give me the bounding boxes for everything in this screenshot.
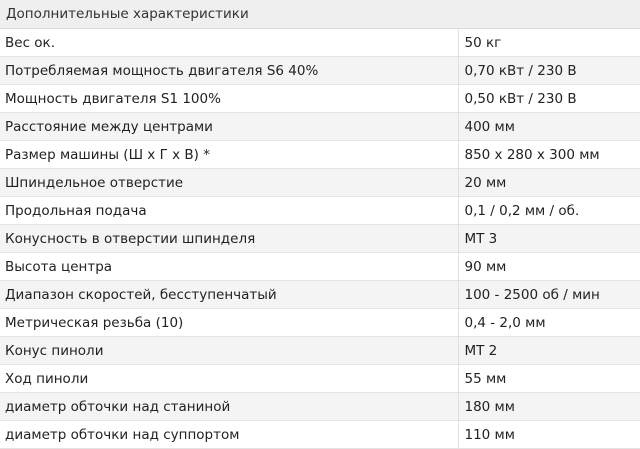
spec-value: 850 x 280 x 300 мм [457,140,640,169]
spec-value: 100 - 2500 об / мин [457,280,640,309]
spec-value: 0,50 кВт / 230 В [457,84,640,113]
spec-value: 20 мм [457,168,640,197]
spec-label: диаметр обточки над станиной [0,392,458,421]
spec-value: MT 2 [457,336,640,365]
section-title: Дополнительные характеристики [0,0,640,29]
spec-value: 0,1 / 0,2 мм / об. [457,196,640,225]
table-header-row: Дополнительные характеристики [0,0,640,29]
spec-value: 110 мм [457,420,640,449]
table-row: Мощность двигателя S1 100% 0,50 кВт / 23… [0,84,640,113]
spec-label: Размер машины (Ш x Г x В) * [0,140,458,169]
spec-label: Конус пиноли [0,336,458,365]
table-row: диаметр обточки над суппортом 110 мм [0,420,640,449]
spec-label: Мощность двигателя S1 100% [0,84,458,113]
spec-label: Конусность в отверстии шпинделя [0,224,458,253]
spec-label: Ход пиноли [0,364,458,393]
spec-label: диаметр обточки над суппортом [0,420,458,449]
spec-label: Потребляемая мощность двигателя S6 40% [0,56,458,85]
table-row: Конусность в отверстии шпинделя MT 3 [0,224,640,253]
spec-value: 180 мм [457,392,640,421]
spec-label: Шпиндельное отверстие [0,168,458,197]
table-row: Конус пиноли MT 2 [0,336,640,365]
table-row: Продольная подача 0,1 / 0,2 мм / об. [0,196,640,225]
spec-label: Диапазон скоростей, бесступенчатый [0,280,458,309]
table-row: Потребляемая мощность двигателя S6 40% 0… [0,56,640,85]
spec-label: Метрическая резьба (10) [0,308,458,337]
table-row: диаметр обточки над станиной 180 мм [0,392,640,421]
spec-value: 50 кг [457,28,640,57]
spec-value: 55 мм [457,364,640,393]
table-row: Расстояние между центрами 400 мм [0,112,640,141]
table-row: Диапазон скоростей, бесступенчатый 100 -… [0,280,640,309]
spec-label: Продольная подача [0,196,458,225]
table-row: Размер машины (Ш x Г x В) * 850 x 280 x … [0,140,640,169]
table-row: Метрическая резьба (10) 0,4 - 2,0 мм [0,308,640,337]
spec-value: 0,4 - 2,0 мм [457,308,640,337]
spec-label: Вес ок. [0,28,458,57]
table-row: Вес ок. 50 кг [0,28,640,57]
spec-value: 0,70 кВт / 230 В [457,56,640,85]
spec-label: Высота центра [0,252,458,281]
spec-table: Дополнительные характеристики Вес ок. 50… [0,0,640,449]
table-row: Ход пиноли 55 мм [0,364,640,393]
spec-label: Расстояние между центрами [0,112,458,141]
table-row: Высота центра 90 мм [0,252,640,281]
table-row: Шпиндельное отверстие 20 мм [0,168,640,197]
spec-value: 90 мм [457,252,640,281]
spec-value: MT 3 [457,224,640,253]
spec-table-body: Вес ок. 50 кг Потребляемая мощность двиг… [0,28,640,449]
spec-value: 400 мм [457,112,640,141]
